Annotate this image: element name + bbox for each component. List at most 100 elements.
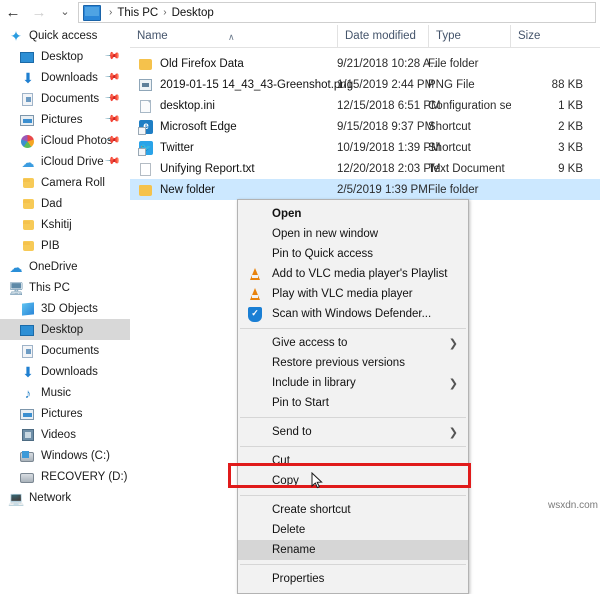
sidebar-item-pib[interactable]: PIB bbox=[0, 235, 130, 256]
sidebar-item-documents[interactable]: Documents 📌 bbox=[0, 88, 130, 109]
sidebar-item-label: Camera Roll bbox=[41, 176, 105, 189]
menu-item-send-to[interactable]: Send to ❯ bbox=[238, 422, 468, 442]
folder-icon bbox=[138, 56, 154, 72]
table-row[interactable]: e Microsoft Edge 9/15/2018 9:37 PM Shortcut… bbox=[130, 116, 600, 137]
table-row[interactable]: New folder 2/5/2019 1:39 PM File folder bbox=[130, 179, 600, 200]
pin-icon[interactable]: 📌 bbox=[103, 48, 120, 65]
breadcrumb-desktop[interactable]: Desktop bbox=[172, 7, 214, 19]
sidebar-item-documents[interactable]: Documents bbox=[0, 340, 130, 361]
folder-icon bbox=[20, 238, 36, 254]
breadcrumb-this-pc[interactable]: This PC bbox=[117, 7, 158, 19]
sidebar-item-label: Documents bbox=[41, 344, 100, 357]
menu-item-pin-to-quick-access[interactable]: Pin to Quick access bbox=[238, 244, 468, 264]
column-header-size-label: Size bbox=[518, 30, 541, 42]
file-name-label: desktop.ini bbox=[160, 99, 215, 112]
sidebar-item-videos[interactable]: Videos bbox=[0, 424, 130, 445]
sidebar-item-pictures[interactable]: Pictures 📌 bbox=[0, 109, 130, 130]
sidebar-item-music[interactable]: ♪ Music bbox=[0, 382, 130, 403]
file-name-label: Old Firefox Data bbox=[160, 57, 244, 70]
recent-locations-chevron-icon[interactable]: ⌄ bbox=[52, 0, 78, 25]
sidebar-item-3d-objects[interactable]: 3D Objects bbox=[0, 298, 130, 319]
file-date-cell: 12/20/2018 2:03 PM bbox=[337, 162, 441, 175]
menu-item-label: Rename bbox=[272, 544, 316, 556]
file-type-cell: Shortcut bbox=[428, 141, 471, 154]
menu-item-include-in-library[interactable]: Include in library ❯ bbox=[238, 373, 468, 393]
file-name-label: 2019-01-15 14_43_43-Greenshot.png bbox=[160, 78, 354, 91]
column-header-row: Name ∧ Date modified Type Size bbox=[130, 25, 600, 48]
sidebar-item-downloads[interactable]: ⬇ Downloads bbox=[0, 361, 130, 382]
sidebar-item-label: Pictures bbox=[41, 113, 83, 126]
sidebar-item-camera-roll[interactable]: Camera Roll bbox=[0, 172, 130, 193]
menu-item-label: Give access to bbox=[272, 337, 348, 349]
menu-item-label: Delete bbox=[272, 524, 306, 536]
menu-item-pin-to-start[interactable]: Pin to Start bbox=[238, 393, 468, 413]
documents-icon bbox=[20, 91, 36, 107]
sidebar-item-onedrive[interactable]: ☁ OneDrive bbox=[0, 256, 130, 277]
table-row[interactable]: 2019-01-15 14_43_43-Greenshot.png 1/15/20… bbox=[130, 74, 600, 95]
menu-item-properties[interactable]: Properties bbox=[238, 569, 468, 589]
back-arrow-icon[interactable]: ← bbox=[0, 0, 26, 25]
sidebar-item-label: PIB bbox=[41, 239, 60, 252]
text-file-icon bbox=[138, 161, 154, 177]
menu-item-copy[interactable]: Copy bbox=[238, 471, 468, 491]
sidebar-item-desktop[interactable]: Desktop 📌 bbox=[0, 46, 130, 67]
menu-item-restore-previous-versions[interactable]: Restore previous versions bbox=[238, 353, 468, 373]
column-header-date-modified[interactable]: Date modified bbox=[337, 25, 428, 47]
sidebar-item-label: Desktop bbox=[41, 50, 84, 63]
sidebar-item-quick-access[interactable]: ✦ Quick access bbox=[0, 25, 130, 46]
sidebar-item-icloud-photos[interactable]: iCloud Photos 📌 bbox=[0, 130, 130, 151]
menu-item-label: Open bbox=[272, 208, 302, 220]
menu-item-label: Pin to Quick access bbox=[272, 248, 373, 260]
sidebar-item-kshitij[interactable]: Kshitij bbox=[0, 214, 130, 235]
folder-icon bbox=[20, 175, 36, 191]
png-file-icon bbox=[138, 77, 154, 93]
menu-item-delete[interactable]: Delete bbox=[238, 520, 468, 540]
menu-item-label: Include in library bbox=[272, 377, 356, 389]
menu-item-play-with-vlc-media-player[interactable]: Play with VLC media player bbox=[238, 284, 468, 304]
file-date-cell: 9/21/2018 10:28 A... bbox=[337, 57, 440, 70]
sidebar-item-pictures[interactable]: Pictures bbox=[0, 403, 130, 424]
vlc-cone-icon bbox=[247, 286, 263, 302]
table-row[interactable]: Unifying Report.txt 12/20/2018 2:03 PM Tex… bbox=[130, 158, 600, 179]
sidebar-item-downloads[interactable]: ⬇ Downloads 📌 bbox=[0, 67, 130, 88]
file-name-cell: New folder bbox=[138, 182, 215, 198]
menu-item-label: Send to bbox=[272, 426, 312, 438]
sidebar-item-this-pc[interactable]: 🖥 This PC bbox=[0, 277, 130, 298]
pin-icon[interactable]: 📌 bbox=[103, 69, 120, 86]
menu-item-create-shortcut[interactable]: Create shortcut bbox=[238, 500, 468, 520]
sidebar-item-network[interactable]: 💻 Network bbox=[0, 487, 130, 508]
pin-icon[interactable]: 📌 bbox=[103, 90, 120, 107]
menu-item-rename[interactable]: Rename bbox=[238, 540, 468, 560]
pin-icon[interactable]: 📌 bbox=[103, 153, 120, 170]
column-header-size[interactable]: Size bbox=[510, 25, 600, 47]
menu-item-scan-with-windows-defender[interactable]: ✓ Scan with Windows Defender... bbox=[238, 304, 468, 324]
table-row[interactable]: desktop.ini 12/15/2018 6:51 PM Configurati… bbox=[130, 95, 600, 116]
menu-item-give-access-to[interactable]: Give access to ❯ bbox=[238, 333, 468, 353]
menu-item-add-to-vlc-media-player-s-playlist[interactable]: Add to VLC media player's Playlist bbox=[238, 264, 468, 284]
menu-item-label: Properties bbox=[272, 573, 325, 585]
context-menu: Open Open in new window Pin to Quick acces… bbox=[237, 199, 469, 594]
menu-item-open[interactable]: Open bbox=[238, 204, 468, 224]
table-row[interactable]: Old Firefox Data 9/21/2018 10:28 A... File… bbox=[130, 53, 600, 74]
edge-shortcut-icon: e bbox=[138, 119, 154, 135]
sidebar-item-windows-c[interactable]: Windows (C:) bbox=[0, 445, 130, 466]
menu-separator bbox=[240, 564, 466, 565]
file-name-cell: e Microsoft Edge bbox=[138, 119, 237, 135]
sidebar-item-icloud-drive[interactable]: ☁ iCloud Drive 📌 bbox=[0, 151, 130, 172]
pictures-icon bbox=[20, 112, 36, 128]
address-bar[interactable]: › This PC › Desktop bbox=[78, 2, 596, 23]
table-row[interactable]: 🐦 Twitter 10/19/2018 1:39 PM Shortcut 3 KB bbox=[130, 137, 600, 158]
sidebar-item-recovery-d[interactable]: RECOVERY (D:) bbox=[0, 466, 130, 487]
sidebar-item-label: RECOVERY (D:) bbox=[41, 470, 128, 483]
sidebar-item-label: Network bbox=[29, 491, 72, 504]
folder-icon bbox=[20, 217, 36, 233]
sidebar-item-dad[interactable]: Dad bbox=[0, 193, 130, 214]
menu-item-open-in-new-window[interactable]: Open in new window bbox=[238, 224, 468, 244]
sidebar-item-desktop[interactable]: Desktop bbox=[0, 319, 130, 340]
column-header-type[interactable]: Type bbox=[428, 25, 510, 47]
documents-icon bbox=[20, 343, 36, 359]
column-header-name[interactable]: Name ∧ bbox=[130, 25, 337, 47]
menu-item-cut[interactable]: Cut bbox=[238, 451, 468, 471]
pin-icon[interactable]: 📌 bbox=[103, 111, 120, 128]
navigation-pane: ✦ Quick access Desktop 📌 ⬇ Downloads 📌 Document… bbox=[0, 25, 130, 513]
